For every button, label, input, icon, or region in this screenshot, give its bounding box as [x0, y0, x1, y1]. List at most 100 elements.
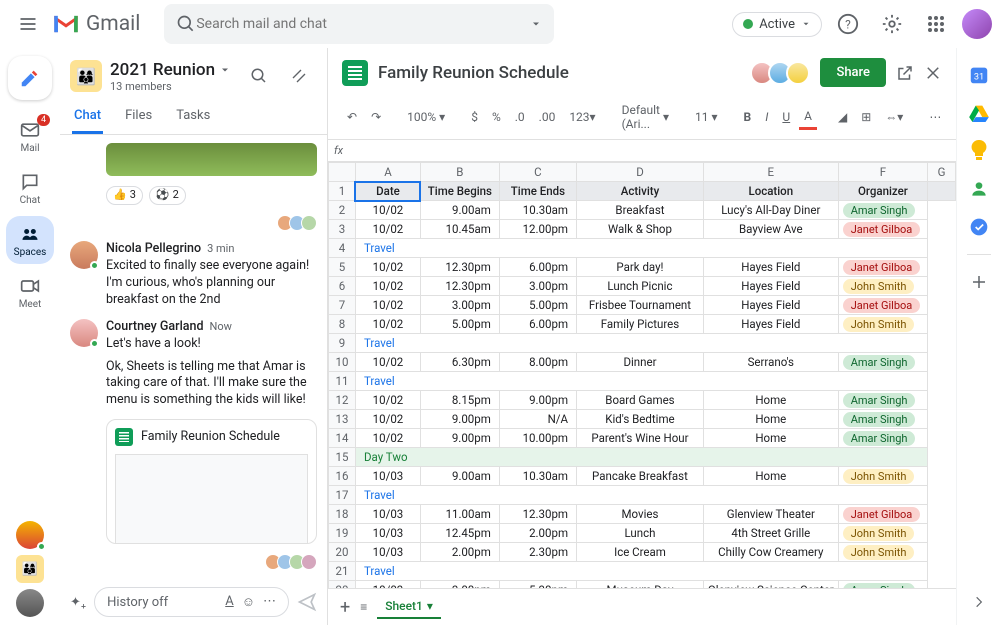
more-formats[interactable]: 123▾ — [564, 106, 600, 128]
drive-icon[interactable] — [968, 102, 990, 124]
italic-icon[interactable]: I — [760, 106, 773, 128]
rail-chat[interactable]: Chat — [6, 164, 54, 212]
avatar — [70, 241, 98, 269]
send-icon[interactable] — [297, 592, 317, 612]
sheet-attachment-card[interactable]: Family Reunion Schedule 8 changes since … — [106, 419, 317, 544]
fill-color-icon[interactable]: ◢ — [833, 106, 852, 128]
sheet-tab[interactable]: Sheet1 ▾ — [377, 595, 441, 619]
top-bar: Gmail Active ? — [0, 0, 1000, 48]
spaces-icon — [19, 223, 41, 245]
collapse-icon[interactable] — [281, 58, 317, 94]
format-icon[interactable]: A — [225, 594, 233, 610]
sheets-icon — [115, 428, 133, 446]
rail-mail[interactable]: 4 Mail — [6, 112, 54, 160]
help-icon[interactable]: ? — [830, 6, 866, 42]
timestamp: 3 min — [207, 242, 234, 257]
close-icon[interactable] — [924, 64, 942, 82]
chevron-down-icon[interactable] — [530, 18, 542, 30]
space-title[interactable]: 2021 Reunion — [110, 60, 231, 80]
text-color-icon[interactable]: A — [799, 105, 817, 130]
keep-icon[interactable] — [968, 140, 990, 162]
tab-files[interactable]: Files — [123, 100, 154, 134]
sender-name: Courtney Garland — [106, 319, 204, 336]
rail-label: Chat — [20, 195, 41, 206]
share-button[interactable]: Share — [820, 58, 886, 87]
emoji-icon[interactable]: ☺ — [242, 594, 255, 610]
more-icon[interactable]: ⋯ — [263, 594, 276, 610]
app-name: Gmail — [86, 12, 140, 36]
gear-icon[interactable] — [874, 6, 910, 42]
underline-icon[interactable]: U — [777, 106, 795, 128]
rail-label: Mail — [20, 143, 39, 154]
contacts-icon[interactable] — [968, 178, 990, 200]
font-select[interactable]: Default (Ari... ▾ — [617, 99, 674, 135]
rail-label: Spaces — [14, 247, 47, 258]
chat-message: Nicola Pellegrino3 min Excited to finall… — [70, 241, 317, 309]
more-icon[interactable]: ⋯ — [924, 106, 946, 128]
formula-bar[interactable]: fx — [328, 140, 956, 162]
toolbar: ↶ ↷ 100% ▾ $ % .0 .00 123▾ Default (Ari.… — [328, 95, 956, 140]
tab-chat[interactable]: Chat — [72, 100, 103, 134]
account-avatar[interactable] — [962, 9, 992, 39]
sheets-icon — [342, 60, 368, 86]
chat-message: Courtney Garland Now Let's have a look! O… — [70, 319, 317, 409]
zoom-select[interactable]: 100% ▾ — [402, 106, 450, 128]
pinned-avatar[interactable] — [16, 589, 44, 617]
status-chip[interactable]: Active — [732, 12, 822, 37]
apps-icon[interactable] — [918, 6, 954, 42]
status-label: Active — [759, 17, 795, 32]
compose-button[interactable] — [8, 56, 52, 100]
add-icon[interactable] — [968, 271, 990, 293]
space-panel: 👨‍👩‍👦 2021 Reunion 13 members Chat Files… — [60, 48, 328, 625]
avatar — [70, 319, 98, 347]
rail-meet[interactable]: Meet — [6, 268, 54, 316]
gmail-logo[interactable]: Gmail — [52, 12, 140, 36]
space-members: 13 members — [110, 80, 231, 93]
reaction-chip[interactable]: 👍3 — [106, 186, 143, 205]
sheet-viewer: Family Reunion Schedule Share ↶ ↷ 100% ▾… — [328, 48, 956, 625]
message-body: Let's have a look! — [106, 336, 317, 353]
message-body: Ok, Sheets is telling me that Amar is ta… — [106, 359, 317, 410]
borders-icon[interactable]: ⊞ — [856, 106, 876, 128]
tab-tasks[interactable]: Tasks — [174, 100, 212, 134]
chat-input[interactable]: History off A ☺ ⋯ — [94, 587, 289, 617]
collaborator-avatars[interactable] — [756, 61, 810, 85]
open-new-icon[interactable] — [896, 64, 914, 82]
search-icon[interactable] — [241, 58, 277, 94]
bold-icon[interactable]: B — [739, 106, 757, 128]
all-sheets-icon[interactable]: ≡ — [360, 600, 367, 614]
rail-spaces[interactable]: Spaces — [6, 216, 54, 264]
calendar-icon[interactable]: 31 — [968, 64, 990, 86]
font-size[interactable]: 11 ▾ — [690, 106, 723, 128]
menu-icon[interactable] — [8, 4, 48, 44]
decimal-dec-icon[interactable]: .0 — [510, 106, 530, 128]
rail-label: Meet — [19, 299, 42, 310]
document-title[interactable]: Family Reunion Schedule — [378, 63, 569, 83]
chevron-right-icon[interactable] — [968, 591, 990, 613]
add-sheet-icon[interactable]: + — [340, 597, 350, 618]
currency-icon[interactable]: $ — [466, 106, 483, 128]
right-rail: 31 — [956, 48, 1000, 625]
search-input[interactable] — [196, 16, 530, 32]
nav-rail: 4 Mail Chat Spaces Meet 👨‍👩‍👦 — [0, 48, 60, 625]
space-avatar: 👨‍👩‍👦 — [70, 60, 102, 92]
pinned-space[interactable]: 👨‍👩‍👦 — [16, 555, 44, 583]
tasks-icon[interactable] — [968, 216, 990, 238]
plus-sparkle-icon[interactable]: ✦₊ — [70, 595, 86, 610]
decimal-inc-icon[interactable]: .00 — [534, 106, 561, 128]
timestamp: Now — [210, 320, 232, 335]
attachment-title: Family Reunion Schedule — [141, 429, 280, 446]
sheet-preview — [115, 454, 308, 544]
undo-icon[interactable]: ↶ — [342, 106, 362, 128]
search-box[interactable] — [164, 4, 554, 44]
reaction-chip[interactable]: ⚽2 — [149, 186, 186, 205]
redo-icon[interactable]: ↷ — [366, 106, 386, 128]
merge-icon[interactable]: ⇔▾ — [880, 106, 908, 128]
message-body: Excited to finally see everyone again! I… — [106, 258, 317, 309]
chat-icon — [19, 171, 41, 193]
chat-image[interactable] — [106, 143, 317, 176]
pinned-avatar[interactable] — [16, 521, 44, 549]
status-dot-icon — [743, 19, 753, 29]
percent-icon[interactable]: % — [487, 106, 506, 128]
spreadsheet-grid[interactable]: ABCDEFG1DateTime BeginsTime EndsActivity… — [328, 162, 956, 588]
